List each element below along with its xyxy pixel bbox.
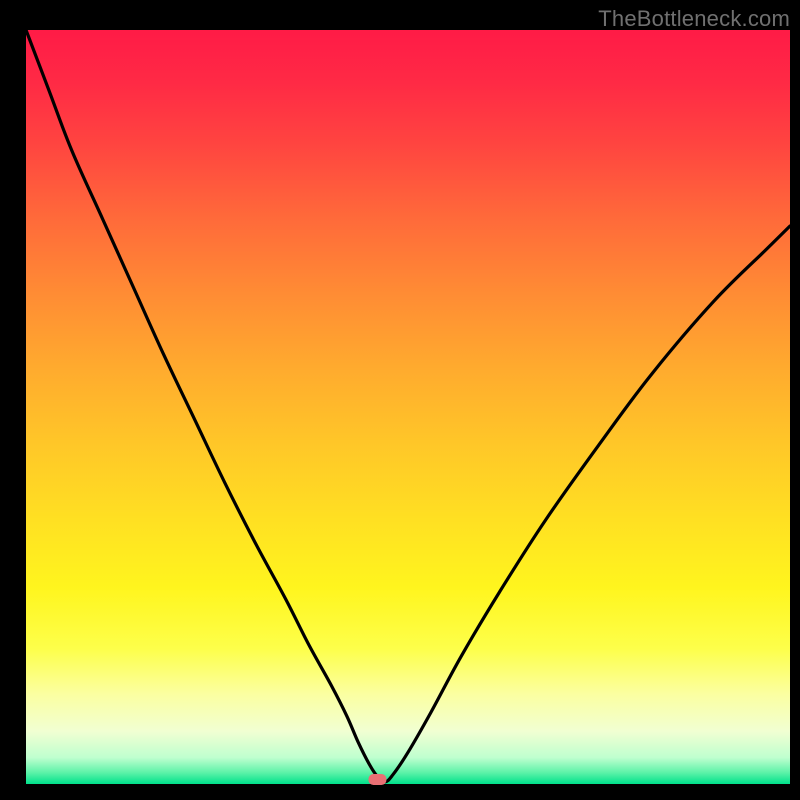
minimum-marker [368, 774, 386, 785]
chart-frame: TheBottleneck.com [0, 0, 800, 800]
plot-area [26, 30, 790, 784]
watermark-text: TheBottleneck.com [598, 6, 790, 32]
bottleneck-chart [0, 0, 800, 800]
